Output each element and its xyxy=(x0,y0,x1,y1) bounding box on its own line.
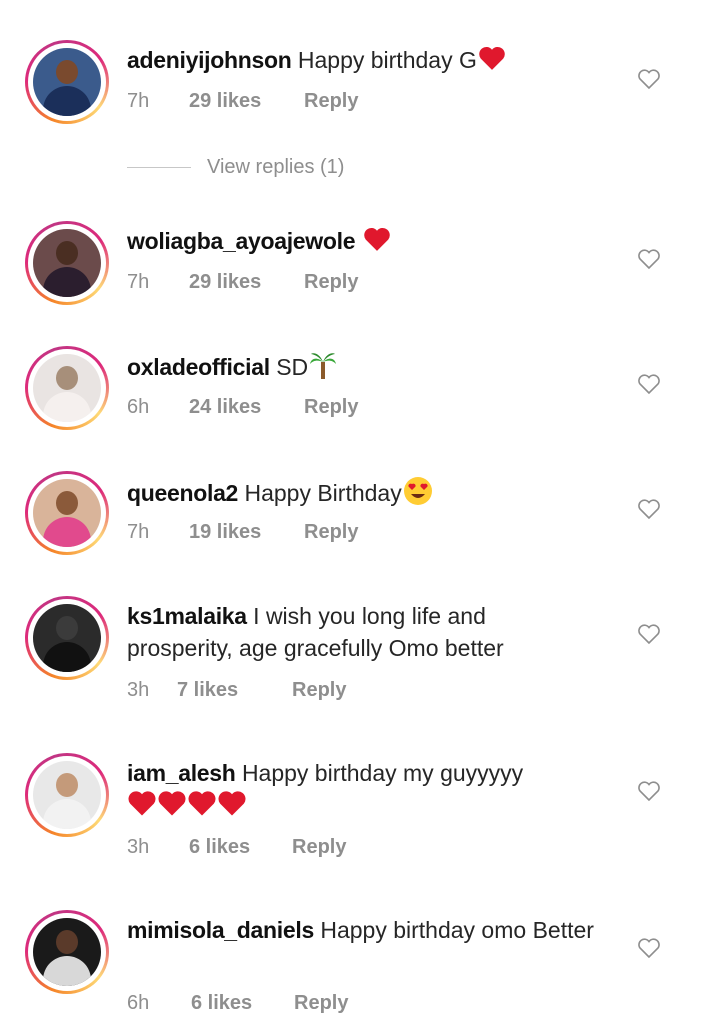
red-heart-icon xyxy=(127,789,157,825)
comment-meta: 7h 29 likes Reply xyxy=(127,271,358,294)
comment-body: SD xyxy=(276,354,309,381)
comment-meta: 6h 6 likes Reply xyxy=(127,992,348,1015)
avatar[interactable] xyxy=(25,471,109,555)
view-replies-divider xyxy=(127,167,191,168)
comment-time: 7h xyxy=(127,90,150,112)
comment-time: 7h xyxy=(127,271,150,293)
comment-likes[interactable]: 6 likes xyxy=(189,836,292,859)
comment-likes[interactable]: 29 likes xyxy=(189,90,304,113)
comment-body: Happy Birthday xyxy=(244,480,402,507)
like-heart-icon[interactable] xyxy=(637,780,661,802)
comment-time: 3h xyxy=(127,679,150,701)
comment-body: Happy birthday G xyxy=(297,47,477,73)
comment-text: adeniyijohnson Happy birthday G xyxy=(127,44,597,79)
comment-username[interactable]: adeniyijohnson xyxy=(127,47,292,73)
red-heart-icon xyxy=(477,45,507,79)
view-replies-label: View replies (1) xyxy=(207,156,345,178)
like-heart-icon[interactable] xyxy=(637,248,661,270)
comment-likes[interactable]: 19 likes xyxy=(189,521,304,544)
comment-text: ks1malaika I wish you long life and pros… xyxy=(127,600,597,664)
comment-meta: 3h 6 likes Reply xyxy=(127,836,346,859)
red-heart-icon xyxy=(217,789,247,825)
avatar[interactable] xyxy=(25,596,109,680)
comment-time: 6h xyxy=(127,396,150,418)
comment-username[interactable]: ks1malaika xyxy=(127,603,247,629)
comment-username[interactable]: queenola2 xyxy=(127,480,238,506)
avatar[interactable] xyxy=(25,221,109,305)
red-heart-icon xyxy=(362,226,392,260)
comment-likes[interactable]: 29 likes xyxy=(189,271,304,294)
heart-eyes-icon xyxy=(402,475,434,515)
reply-button[interactable]: Reply xyxy=(304,90,358,113)
like-heart-icon[interactable] xyxy=(637,373,661,395)
comment-meta: 3h 7 likes Reply xyxy=(127,679,346,702)
comment-text: woliagba_ayoajewole xyxy=(127,225,597,260)
comment-username[interactable]: mimisola_daniels xyxy=(127,917,314,943)
comment-username[interactable]: woliagba_ayoajewole xyxy=(127,228,356,254)
comment-meta: 7h 19 likes Reply xyxy=(127,521,358,544)
reply-button[interactable]: Reply xyxy=(292,836,346,859)
avatar[interactable] xyxy=(25,40,109,124)
comment-meta: 7h 29 likes Reply xyxy=(127,90,358,113)
palm-tree-icon xyxy=(308,350,338,388)
like-heart-icon[interactable] xyxy=(637,498,661,520)
comment-username[interactable]: iam_alesh xyxy=(127,760,236,786)
comment-time: 6h xyxy=(127,992,150,1014)
comment-likes[interactable]: 24 likes xyxy=(189,396,304,419)
red-heart-icon xyxy=(157,789,187,825)
red-heart-icon xyxy=(187,789,217,825)
comment-body: Happy birthday omo Better xyxy=(320,917,594,943)
reply-button[interactable]: Reply xyxy=(294,992,348,1015)
like-heart-icon[interactable] xyxy=(637,937,661,959)
comment-time: 7h xyxy=(127,521,150,543)
comment-text: mimisola_daniels Happy birthday omo Bett… xyxy=(127,914,597,946)
comment-text: iam_alesh Happy birthday my guyyyyy xyxy=(127,757,597,825)
comment-text: oxladeofficial SD xyxy=(127,350,597,388)
comment-meta: 6h 24 likes Reply xyxy=(127,396,358,419)
like-heart-icon[interactable] xyxy=(637,623,661,645)
comment-likes[interactable]: 6 likes xyxy=(191,992,294,1015)
avatar[interactable] xyxy=(25,753,109,837)
reply-button[interactable]: Reply xyxy=(292,679,346,702)
comment-text: queenola2 Happy Birthday xyxy=(127,475,597,515)
avatar[interactable] xyxy=(25,910,109,994)
avatar[interactable] xyxy=(25,346,109,430)
comment-username[interactable]: oxladeofficial xyxy=(127,354,270,380)
like-heart-icon[interactable] xyxy=(637,68,661,90)
view-replies-button[interactable]: View replies (1) xyxy=(127,156,344,179)
comment-body: Happy birthday my guyyyyy xyxy=(241,760,524,786)
reply-button[interactable]: Reply xyxy=(304,521,358,544)
reply-button[interactable]: Reply xyxy=(304,396,358,419)
comment-time: 3h xyxy=(127,836,150,858)
comment-likes[interactable]: 7 likes xyxy=(177,679,292,702)
reply-button[interactable]: Reply xyxy=(304,271,358,294)
